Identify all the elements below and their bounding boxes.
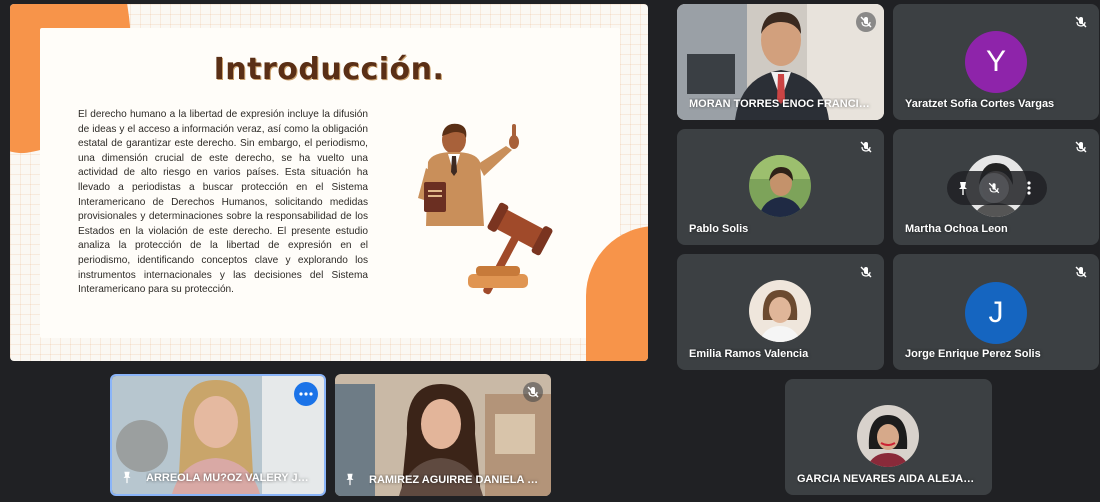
- avatar: J: [965, 282, 1027, 344]
- participant-name: Pablo Solis: [689, 223, 749, 235]
- participant-name: Emilia Ramos Valencia: [689, 348, 809, 360]
- participant-name: RAMIREZ AGUIRRE DANIELA BE...: [369, 474, 544, 486]
- participant-tile-emilia[interactable]: Emilia Ramos Valencia: [677, 254, 884, 370]
- mute-button[interactable]: [979, 173, 1009, 203]
- mic-off-icon: [856, 12, 876, 32]
- tile-hover-toolbar: [947, 171, 1047, 205]
- pin-icon: [346, 473, 354, 486]
- participant-name: GARCIA NEVARES AIDA ALEJAND...: [797, 473, 982, 485]
- mic-off-icon: [860, 141, 872, 153]
- participant-name: Yaratzet Sofia Cortes Vargas: [905, 98, 1055, 110]
- pin-icon[interactable]: [955, 180, 971, 196]
- participant-tile-yaratzet[interactable]: Y Yaratzet Sofia Cortes Vargas: [893, 4, 1099, 120]
- avatar: [749, 155, 811, 217]
- more-horiz-icon: [299, 392, 313, 396]
- slide-body-text: El derecho humano a la libertad de expre…: [78, 109, 368, 296]
- avatar: Y: [965, 31, 1027, 93]
- participant-tile-moran[interactable]: MORAN TORRES ENOC FRANCISCO: [677, 4, 884, 120]
- mic-off-icon: [1075, 266, 1087, 278]
- pin-icon: [123, 471, 131, 484]
- participant-tile-jorge[interactable]: J Jorge Enrique Perez Solis: [893, 254, 1099, 370]
- mic-off-icon: [1075, 16, 1087, 28]
- mic-off-icon: [523, 382, 543, 402]
- participant-name: Martha Ochoa Leon: [905, 223, 1008, 235]
- participant-tile-ramirez[interactable]: RAMIREZ AGUIRRE DANIELA BE...: [335, 374, 551, 496]
- presentation-slide: Introducción. El derecho humano a la lib…: [10, 4, 648, 361]
- participant-tile-garcia[interactable]: GARCIA NEVARES AIDA ALEJAND...: [785, 379, 992, 495]
- more-vert-icon[interactable]: [1021, 180, 1037, 196]
- mic-off-icon: [988, 182, 1000, 194]
- participant-name: ARREOLA MU?OZ VALERY JOH...: [146, 472, 316, 484]
- mic-off-icon: [860, 266, 872, 278]
- slide-title: Introducción.: [213, 52, 445, 87]
- participant-tile-arreola[interactable]: ARREOLA MU?OZ VALERY JOH...: [110, 374, 326, 496]
- participant-name: Jorge Enrique Perez Solis: [905, 348, 1041, 360]
- participant-tile-martha[interactable]: Martha Ochoa Leon: [893, 129, 1099, 245]
- mic-off-icon: [1075, 141, 1087, 153]
- more-options-button[interactable]: [294, 382, 318, 406]
- gavel-illustration: [468, 202, 553, 295]
- avatar: [857, 405, 919, 467]
- participant-name: MORAN TORRES ENOC FRANCISCO: [689, 98, 874, 110]
- avatar: [749, 280, 811, 342]
- participant-tile-pablo[interactable]: Pablo Solis: [677, 129, 884, 245]
